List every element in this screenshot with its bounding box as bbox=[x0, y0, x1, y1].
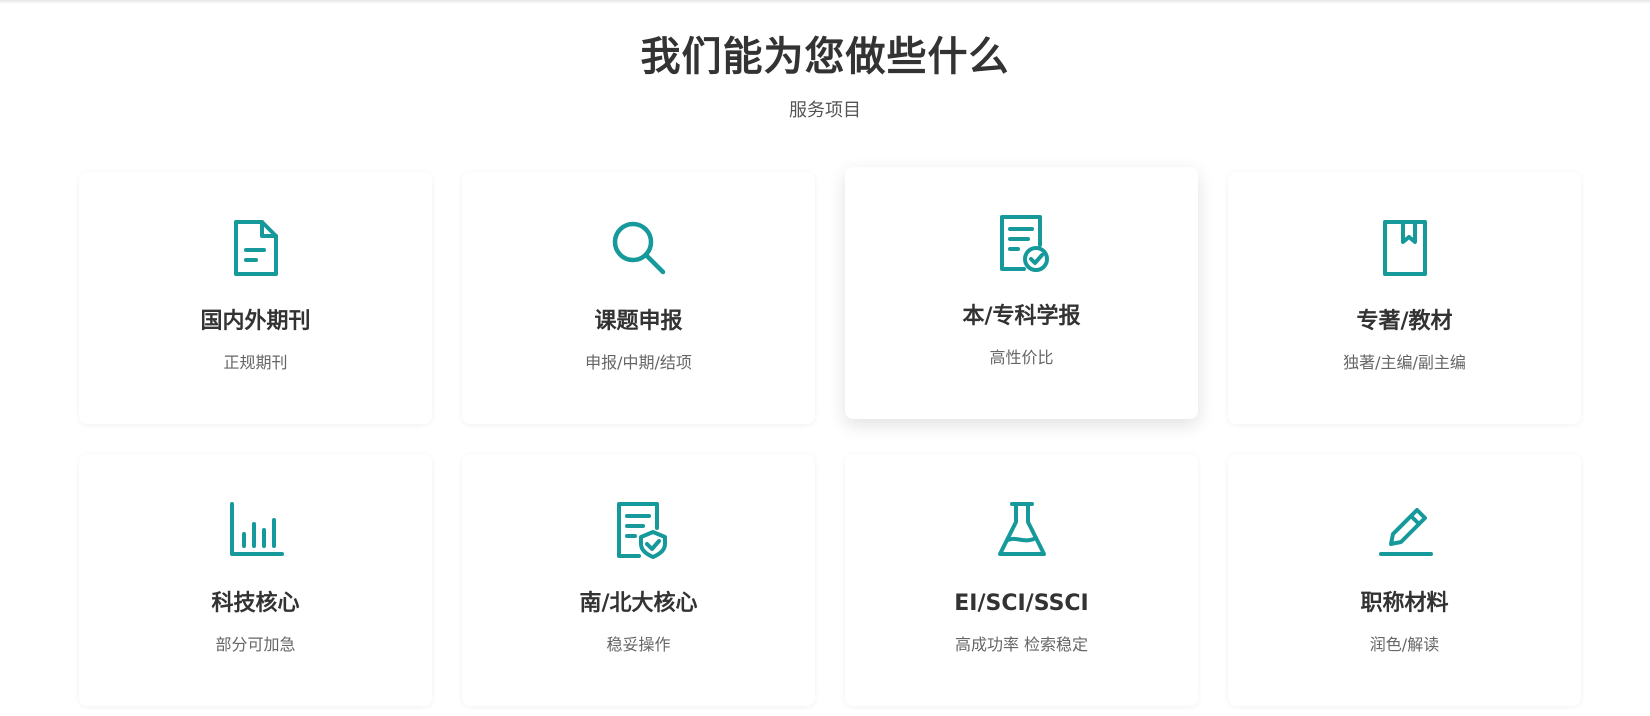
service-desc: 稳妥操作 bbox=[606, 635, 671, 654]
service-desc: 独著/主编/副主编 bbox=[1343, 353, 1466, 372]
document-icon bbox=[224, 216, 288, 280]
service-title: 职称材料 bbox=[1360, 591, 1449, 616]
service-title: 课题申报 bbox=[594, 309, 683, 334]
service-card-journals[interactable]: 国内外期刊 正规期刊 bbox=[79, 172, 432, 424]
service-card-project[interactable]: 课题申报 申报/中期/结项 bbox=[462, 172, 815, 424]
book-icon bbox=[1373, 216, 1437, 280]
service-card-title-materials[interactable]: 职称材料 润色/解读 bbox=[1228, 454, 1581, 706]
service-desc: 润色/解读 bbox=[1369, 635, 1440, 654]
document-shield-icon bbox=[607, 498, 671, 562]
search-icon bbox=[607, 216, 671, 280]
flask-icon bbox=[990, 498, 1054, 562]
header-shadow bbox=[0, 0, 1650, 4]
service-title: 国内外期刊 bbox=[200, 309, 311, 334]
service-card-college-journal[interactable]: 本/专科学报 高性价比 bbox=[845, 167, 1198, 419]
certificate-check-icon bbox=[990, 211, 1054, 275]
service-title: 南/北大核心 bbox=[579, 591, 698, 616]
service-desc: 部分可加急 bbox=[215, 635, 296, 654]
service-title: EI/SCI/SSCI bbox=[954, 591, 1089, 616]
service-title: 科技核心 bbox=[211, 591, 300, 616]
service-title: 本/专科学报 bbox=[962, 304, 1081, 329]
service-card-ei-sci[interactable]: EI/SCI/SSCI 高成功率 检索稳定 bbox=[845, 454, 1198, 706]
service-desc: 高性价比 bbox=[989, 348, 1054, 367]
service-card-pku-core[interactable]: 南/北大核心 稳妥操作 bbox=[462, 454, 815, 706]
service-card-tech-core[interactable]: 科技核心 部分可加急 bbox=[79, 454, 432, 706]
service-title: 专著/教材 bbox=[1356, 309, 1453, 334]
bar-chart-icon bbox=[224, 498, 288, 562]
service-desc: 高成功率 检索稳定 bbox=[954, 635, 1089, 654]
service-desc: 申报/中期/结项 bbox=[585, 353, 692, 372]
section-title: 我们能为您做些什么 bbox=[640, 34, 1010, 80]
service-desc: 正规期刊 bbox=[223, 353, 288, 372]
services-grid: 国内外期刊 正规期刊 课题申报 申报/中期/结项 本/专科学报 高性价比 专著/… bbox=[79, 167, 1581, 706]
section-subtitle: 服务项目 bbox=[789, 100, 861, 121]
pencil-icon bbox=[1373, 498, 1437, 562]
service-card-monograph[interactable]: 专著/教材 独著/主编/副主编 bbox=[1228, 172, 1581, 424]
